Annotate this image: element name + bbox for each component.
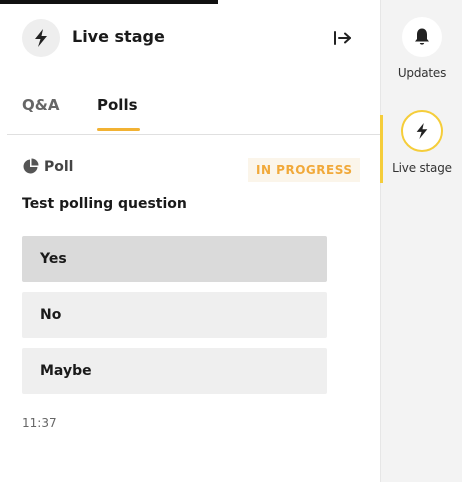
panel-title: Live stage [72,27,165,46]
poll-option-yes[interactable]: Yes [22,236,327,282]
rail-label-live-stage: Live stage [392,161,452,175]
collapse-panel-button[interactable] [330,26,356,50]
tab-polls[interactable]: Polls [97,96,138,114]
tab-divider [7,134,380,135]
live-stage-panel: Live stage Q&A Polls Poll IN PROGRESS Te… [0,0,380,482]
poll-timestamp: 11:37 [22,416,57,430]
bell-icon-circle [402,17,442,57]
poll-question: Test polling question [22,196,187,212]
bell-icon [415,28,429,45]
active-tab-indicator [97,128,140,131]
top-cropped-divider [0,0,218,4]
status-badge: IN PROGRESS [248,158,361,182]
rail-active-indicator [380,115,383,183]
rail-item-live-stage[interactable]: Live stage [381,110,462,175]
poll-option-maybe[interactable]: Maybe [22,348,327,394]
pie-chart-icon [23,158,39,174]
tab-qa[interactable]: Q&A [22,96,59,114]
lightning-bolt-icon-circle [401,110,443,152]
lightning-bolt-icon [22,19,60,57]
collapse-panel-icon [334,31,351,45]
poll-type-label: Poll [44,158,74,175]
lightning-bolt-icon [416,123,428,139]
side-rail: Updates Live stage [380,0,462,482]
poll-header: Poll [22,158,73,175]
poll-option-no[interactable]: No [22,292,327,338]
rail-item-updates[interactable]: Updates [381,17,462,80]
rail-label-updates: Updates [397,66,447,80]
